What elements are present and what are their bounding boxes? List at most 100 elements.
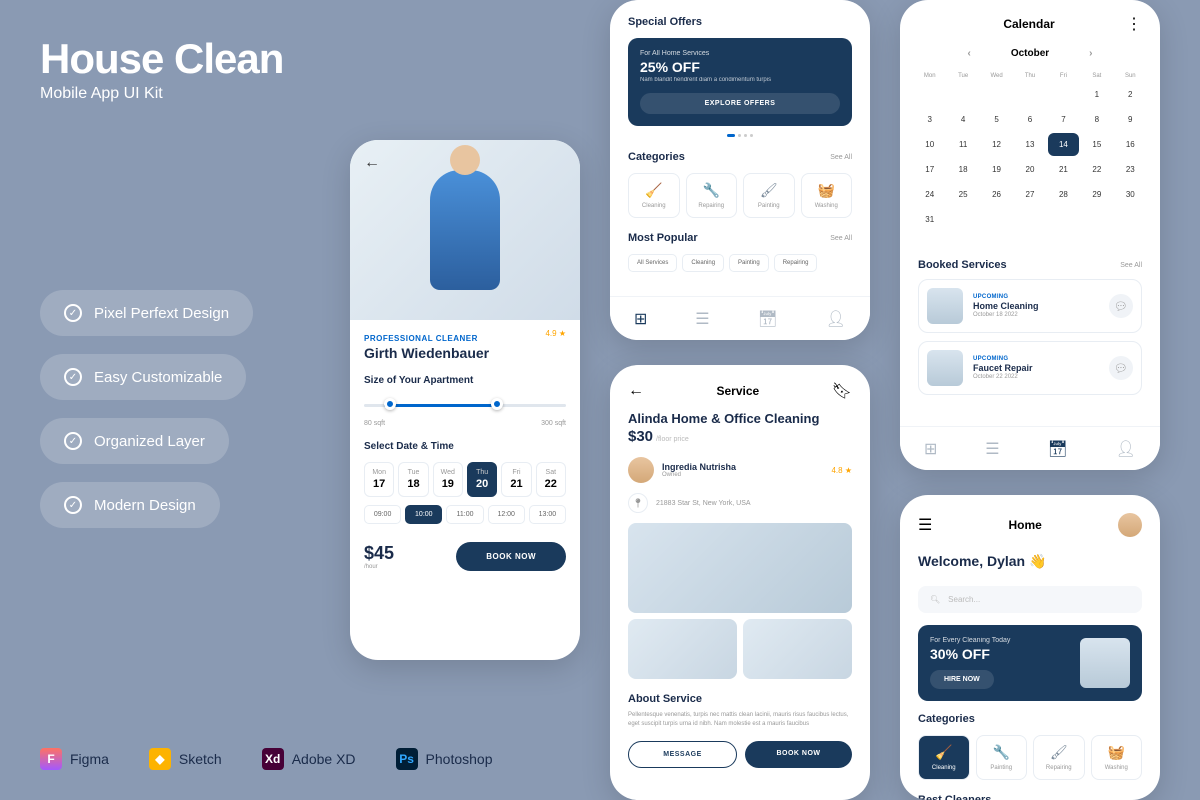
calendar-day[interactable]: 9 [1115, 108, 1146, 131]
calendar-day[interactable]: 4 [947, 108, 978, 131]
time-cell[interactable]: 12:00 [488, 505, 525, 524]
nav-list-icon[interactable]: ☰ [985, 439, 999, 459]
owner-avatar[interactable] [628, 457, 654, 483]
nav-profile-icon[interactable]: 👤︎ [826, 309, 846, 329]
prev-month-icon[interactable]: ‹ [967, 48, 970, 59]
calendar-day[interactable]: 25 [947, 183, 978, 206]
service-image[interactable] [628, 619, 737, 679]
calendar-day[interactable]: 10 [914, 133, 945, 156]
day-cell[interactable]: Mon17 [364, 462, 394, 497]
booked-service-item[interactable]: UPCOMINGFaucet RepairOctober 22 2022💬︎ [918, 341, 1142, 395]
category-cell[interactable]: 🧹Cleaning [918, 735, 970, 780]
calendar-day[interactable]: 17 [914, 158, 945, 181]
category-cell[interactable]: 🖌Painting [743, 173, 795, 218]
message-button[interactable]: MESSAGE [628, 741, 737, 768]
calendar-day[interactable]: 23 [1115, 158, 1146, 181]
category-cell[interactable]: 🧹Cleaning [628, 173, 680, 218]
nav-calendar-icon[interactable]: 📅︎ [758, 309, 778, 329]
service-image[interactable] [628, 523, 852, 613]
book-button[interactable]: BOOK NOW [456, 542, 566, 571]
phone-home-offers: Special Offers For All Home Services 25%… [610, 0, 870, 340]
category-cell[interactable]: 🔧Repairing [686, 173, 738, 218]
calendar-day[interactable]: 26 [981, 183, 1012, 206]
chat-icon[interactable]: 💬︎ [1109, 356, 1133, 380]
nav-calendar-icon[interactable]: 📅︎ [1048, 439, 1068, 459]
calendar-day[interactable]: 31 [914, 208, 945, 231]
book-now-button[interactable]: BOOK NOW [745, 741, 852, 768]
calendar-day[interactable]: 11 [947, 133, 978, 156]
time-cell[interactable]: 10:00 [405, 505, 442, 524]
time-cell[interactable]: 09:00 [364, 505, 401, 524]
category-cell[interactable]: 🔧Painting [976, 735, 1028, 780]
category-cell[interactable]: 🧺Washing [1091, 735, 1143, 780]
service-price: $30/floor price [610, 426, 870, 447]
bottom-nav: ⊞ ☰ 📅︎ 👤︎ [900, 426, 1160, 470]
category-cell[interactable]: 🧺Washing [801, 173, 853, 218]
calendar-day[interactable]: 1 [1081, 83, 1112, 106]
back-icon[interactable]: ← [628, 382, 644, 400]
promo-card[interactable]: For Every Cleaning Today 30% OFF HIRE NO… [918, 625, 1142, 701]
calendar-day[interactable]: 28 [1048, 183, 1079, 206]
offer-card[interactable]: For All Home Services 25% OFF Nam blandi… [628, 38, 852, 126]
calendar-day[interactable]: 30 [1115, 183, 1146, 206]
nav-home-icon[interactable]: ⊞ [924, 439, 937, 459]
nav-list-icon[interactable]: ☰ [695, 309, 709, 329]
calendar-day[interactable]: 18 [947, 158, 978, 181]
price: $45 [364, 543, 394, 564]
calendar-day[interactable]: 19 [981, 158, 1012, 181]
bookmark-icon[interactable]: 🔖︎ [832, 381, 852, 401]
calendar-day[interactable]: 20 [1014, 158, 1045, 181]
calendar-day[interactable]: 27 [1014, 183, 1045, 206]
day-cell[interactable]: Fri21 [501, 462, 531, 497]
xd-icon: Xd [262, 748, 284, 770]
calendar-day[interactable]: 15 [1081, 133, 1112, 156]
back-icon[interactable]: ← [364, 154, 380, 172]
calendar-day[interactable]: 7 [1048, 108, 1079, 131]
calendar-day[interactable]: 14 [1048, 133, 1079, 156]
time-cell[interactable]: 11:00 [446, 505, 483, 524]
day-cell[interactable]: Sat22 [536, 462, 566, 497]
calendar-day[interactable]: 24 [914, 183, 945, 206]
tool-xd: XdAdobe XD [262, 748, 356, 770]
calendar-day[interactable]: 6 [1014, 108, 1045, 131]
calendar-day[interactable]: 3 [914, 108, 945, 131]
day-cell[interactable]: Wed19 [433, 462, 463, 497]
filter-chip[interactable]: All Services [628, 254, 677, 272]
chat-icon[interactable]: 💬︎ [1109, 294, 1133, 318]
calendar-day[interactable]: 5 [981, 108, 1012, 131]
filter-chip[interactable]: Cleaning [682, 254, 724, 272]
search-input[interactable]: 🔍︎Search... [918, 586, 1142, 613]
calendar-day[interactable]: 13 [1014, 133, 1045, 156]
time-cell[interactable]: 13:00 [529, 505, 566, 524]
size-slider[interactable] [364, 396, 566, 416]
filter-chip[interactable]: Painting [729, 254, 769, 272]
booked-service-item[interactable]: UPCOMINGHome CleaningOctober 18 2022💬︎ [918, 279, 1142, 333]
next-month-icon[interactable]: › [1089, 48, 1092, 59]
calendar-day[interactable]: 2 [1115, 83, 1146, 106]
special-offers-title: Special Offers [628, 16, 852, 28]
filter-chip[interactable]: Repairing [774, 254, 818, 272]
menu-icon[interactable]: ☰ [918, 515, 932, 535]
check-icon: ✓ [64, 304, 82, 322]
calendar-day[interactable]: 29 [1081, 183, 1112, 206]
nav-home-icon[interactable]: ⊞ [634, 309, 647, 329]
day-cell[interactable]: Tue18 [398, 462, 428, 497]
calendar-day[interactable]: 21 [1048, 158, 1079, 181]
explore-offers-button[interactable]: EXPLORE OFFERS [640, 93, 840, 114]
calendar-day[interactable]: 16 [1115, 133, 1146, 156]
cleaner-tag: PROFESSIONAL CLEANER [364, 334, 566, 343]
see-all-link[interactable]: See All [830, 235, 852, 242]
calendar-day[interactable]: 22 [1081, 158, 1112, 181]
day-cell[interactable]: Thu20 [467, 462, 497, 497]
see-all-link[interactable]: See All [830, 154, 852, 161]
hire-now-button[interactable]: HIRE NOW [930, 670, 994, 689]
user-avatar[interactable] [1118, 513, 1142, 537]
nav-profile-icon[interactable]: 👤︎ [1116, 439, 1136, 459]
phone-home: ☰ Home Welcome, Dylan 👋 🔍︎Search... For … [900, 495, 1160, 800]
calendar-day[interactable]: 12 [981, 133, 1012, 156]
more-icon[interactable]: ⋮ [1126, 14, 1142, 34]
category-cell[interactable]: 🖌Repairing [1033, 735, 1085, 780]
calendar-day[interactable]: 8 [1081, 108, 1112, 131]
service-image[interactable] [743, 619, 852, 679]
see-all-link[interactable]: See All [1120, 262, 1142, 269]
